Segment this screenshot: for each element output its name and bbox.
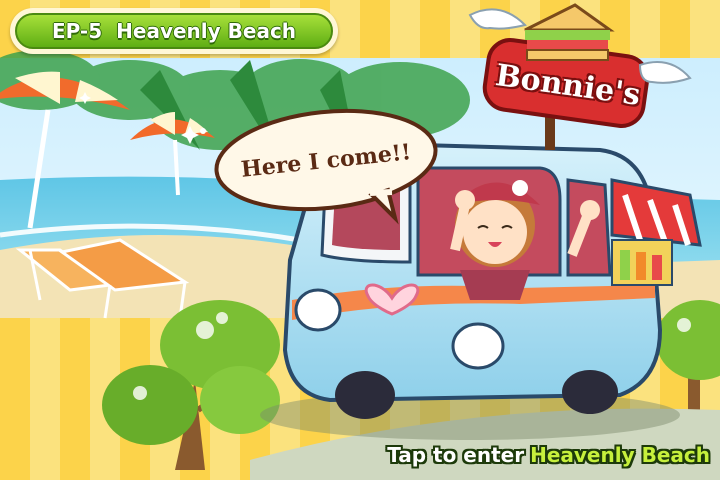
prompt-prefix: Tap to enter xyxy=(387,443,525,467)
episode-title: Heavenly Beach xyxy=(116,19,297,43)
episode-number: EP-5 xyxy=(51,19,103,43)
episode-label: EP-5 Heavenly Beach xyxy=(10,8,338,54)
tap-to-enter-prompt[interactable]: Tap to enter Heavenly Beach xyxy=(340,438,710,472)
prompt-destination: Heavenly Beach xyxy=(530,443,710,467)
episode-badge: EP-5 Heavenly Beach xyxy=(10,8,338,54)
game-title-screen[interactable]: EP-5 Heavenly Beach Here I come!! Bonnie… xyxy=(0,0,720,480)
